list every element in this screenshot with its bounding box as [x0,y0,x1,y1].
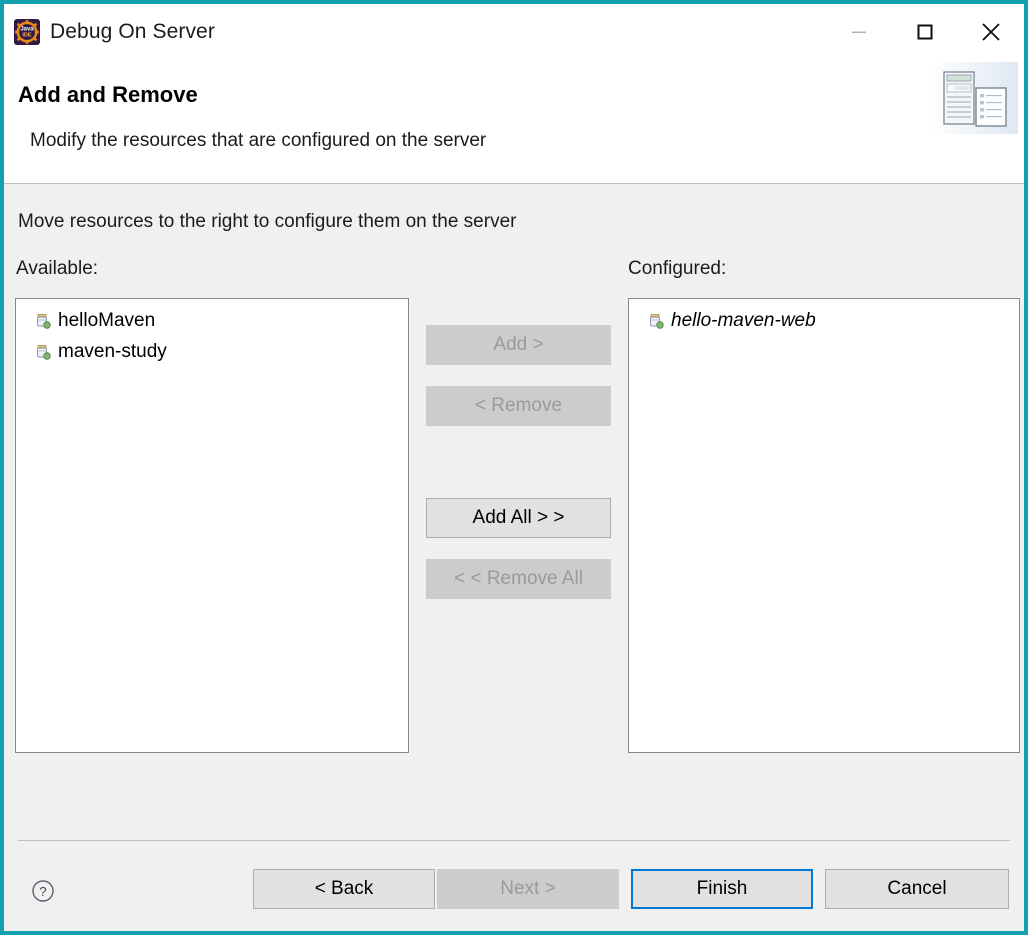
gear-icon: Java IDE [15,20,39,44]
window-title: Debug On Server [50,20,215,43]
help-question-icon[interactable]: ? [30,878,56,904]
remove-all-button[interactable]: < < Remove All [426,559,611,599]
available-label: Available: [16,258,99,279]
close-icon [982,23,1000,41]
available-list[interactable]: helloMaven maven-study [15,298,409,753]
page-subtitle: Modify the resources that are configured… [30,130,487,151]
module-jar-icon [648,313,664,329]
list-item[interactable]: helloMaven [16,305,408,336]
add-button[interactable]: Add > [426,325,611,365]
maximize-icon [917,24,933,40]
window-controls [826,4,1024,60]
configured-list[interactable]: hello-maven-web [628,298,1020,753]
cancel-button[interactable]: Cancel [825,869,1009,909]
debug-on-server-dialog: Java IDE Debug On Server Add and Remove … [0,0,1028,935]
list-item-label: maven-study [58,340,167,362]
configured-label: Configured: [628,258,727,279]
list-item[interactable]: hello-maven-web [629,305,1019,336]
eclipse-javaee-ide-icon: Java IDE [14,19,40,45]
page-title: Add and Remove [18,82,198,107]
footer-divider [18,840,1010,841]
minimize-icon [852,31,866,34]
module-jar-icon [35,313,51,329]
title-bar: Java IDE Debug On Server [4,4,1024,60]
list-item[interactable]: maven-study [16,336,408,367]
wizard-content: Move resources to the right to configure… [4,184,1024,931]
finish-button[interactable]: Finish [631,869,813,909]
wizard-header: Add and Remove Modify the resources that… [4,60,1024,183]
module-jar-icon [35,344,51,360]
add-all-button[interactable]: Add All > > [426,498,611,538]
svg-text:?: ? [39,884,46,899]
minimize-button[interactable] [826,4,892,60]
server-and-document-banner [930,62,1018,134]
next-button[interactable]: Next > [437,869,619,909]
instruction-text: Move resources to the right to configure… [18,211,517,232]
remove-button[interactable]: < Remove [426,386,611,426]
list-item-label: hello-maven-web [671,309,816,331]
list-item-label: helloMaven [58,309,156,331]
close-button[interactable] [958,4,1024,60]
back-button[interactable]: < Back [253,869,435,909]
server-banner-icon [930,62,1018,134]
maximize-button[interactable] [892,4,958,60]
svg-text:IDE: IDE [22,32,32,38]
